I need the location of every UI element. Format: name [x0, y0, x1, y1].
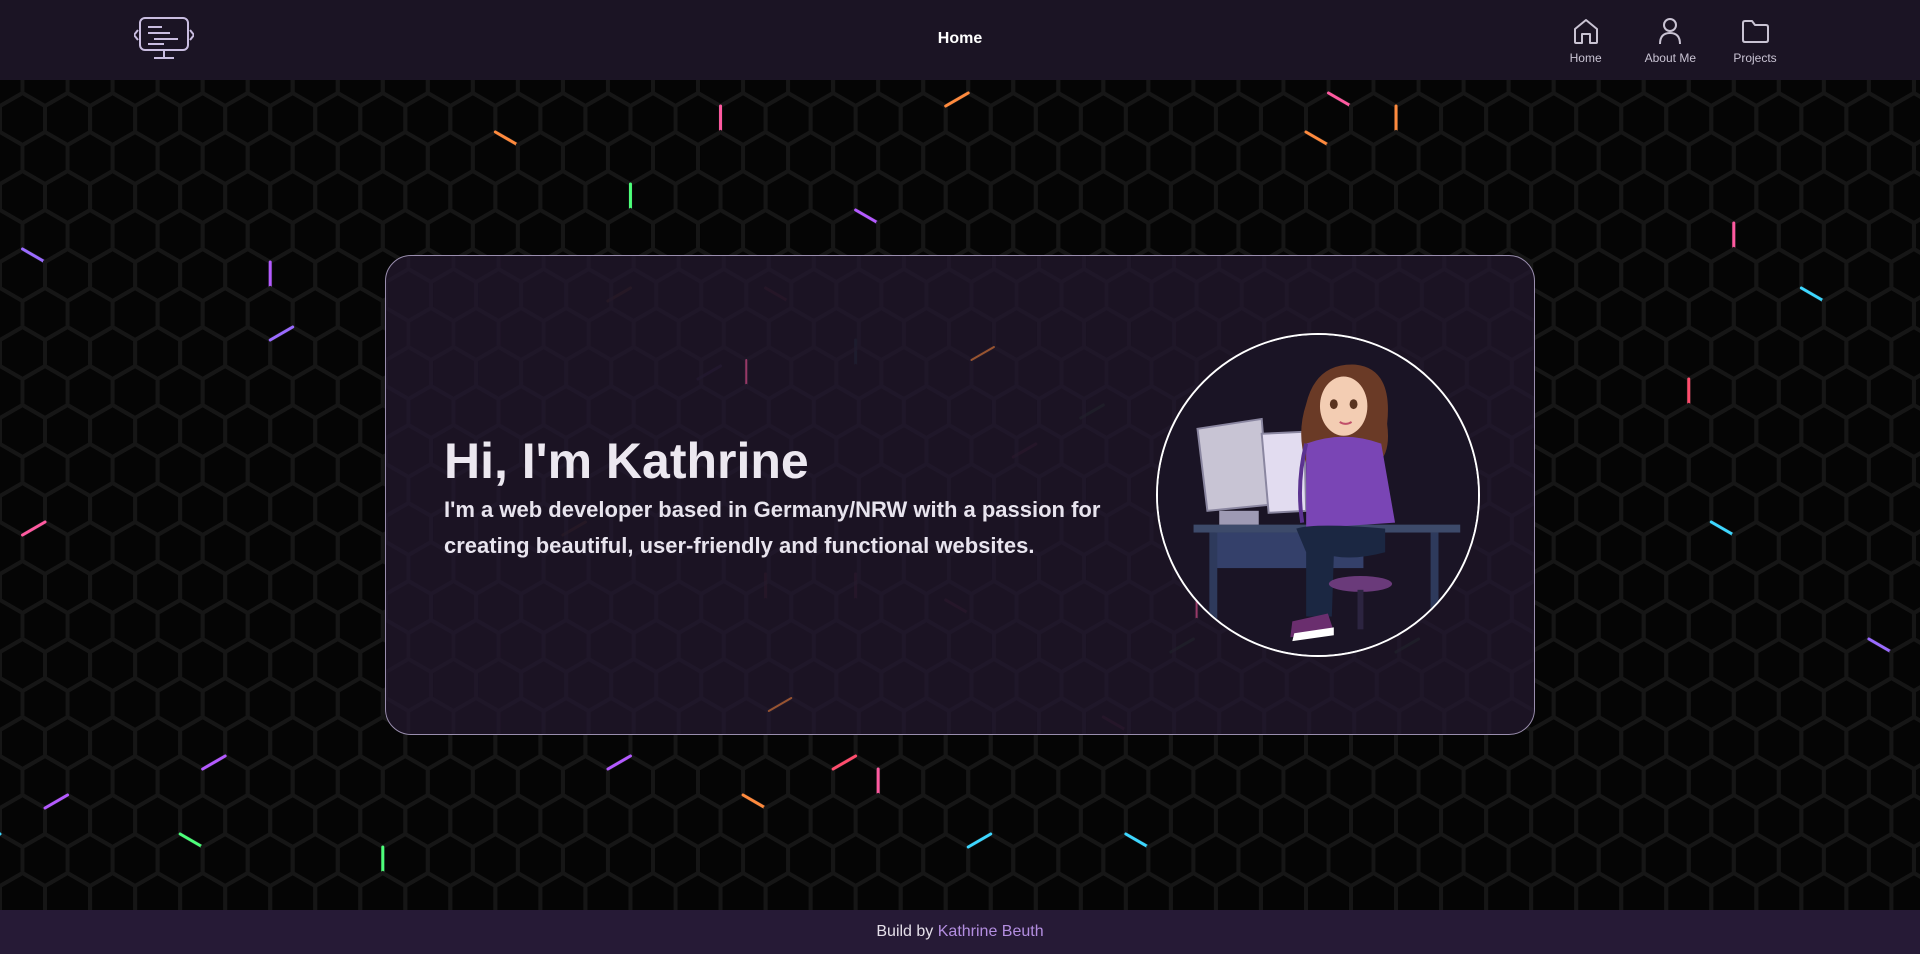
hero-subtitle: I'm a web developer based in Germany/NRW… [444, 497, 1101, 558]
nav-item-label: Home [1569, 51, 1602, 65]
nav-item-about-me[interactable]: About Me [1645, 16, 1696, 65]
nav-item-home[interactable]: Home [1561, 16, 1611, 65]
developer-illustration-icon [1158, 335, 1478, 655]
footer-author-link[interactable]: Kathrine Beuth [938, 923, 1044, 940]
nav-item-label: About Me [1644, 51, 1696, 65]
avatar [1156, 333, 1480, 657]
nav-item-projects[interactable]: Projects [1730, 16, 1780, 65]
footer: Build by Kathrine Beuth [0, 910, 1920, 954]
footer-prefix: Build by [876, 923, 934, 940]
top-navigation-bar: Home Home About Me Projects [0, 0, 1920, 80]
user-icon [1659, 18, 1682, 45]
home-icon [1573, 19, 1598, 44]
hero-title: Hi, I'm Kathrine [444, 433, 809, 489]
hero-card: Hi, I'm Kathrine I'm a web developer bas… [385, 255, 1535, 735]
nav-item-label: Projects [1733, 51, 1777, 65]
main-nav: Home About Me Projects [1561, 16, 1780, 65]
folder-icon [1742, 20, 1769, 43]
